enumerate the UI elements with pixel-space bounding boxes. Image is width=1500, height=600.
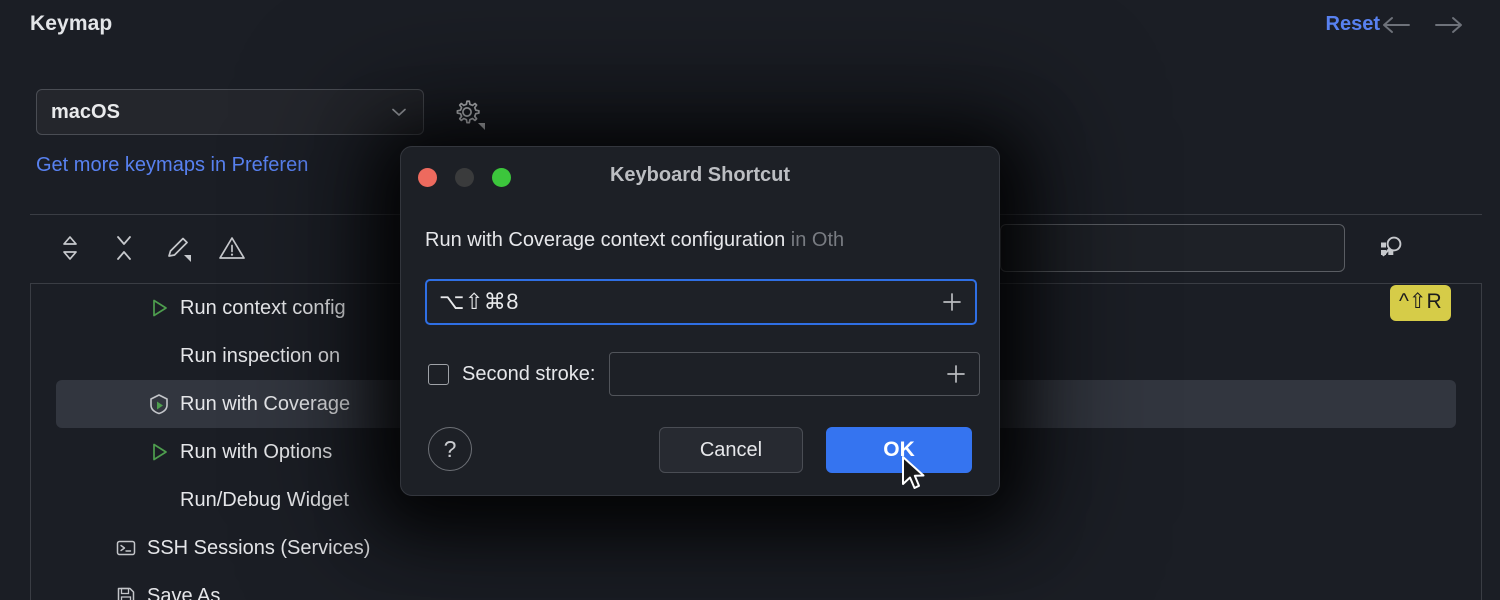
keymap-select-value: macOS — [51, 100, 120, 123]
second-stroke-row: Second stroke: — [428, 352, 980, 396]
action-description: Run with Coverage context configuration … — [425, 229, 999, 252]
second-stroke-label: Second stroke: — [462, 362, 596, 385]
list-item-label: Run context config — [180, 296, 346, 319]
list-item-label: Run inspection on — [180, 344, 341, 367]
find-by-shortcut-button[interactable] — [1372, 230, 1408, 266]
save-disk-icon — [113, 583, 139, 600]
action-name: Run with Coverage context configuration — [425, 229, 786, 251]
terminal-icon — [113, 535, 139, 561]
chevron-down-icon — [392, 108, 406, 116]
keymap-settings-gear-button[interactable] — [452, 97, 486, 131]
arrow-left-icon — [1383, 17, 1410, 33]
back-arrow-button[interactable] — [1382, 14, 1412, 36]
keymap-toolbar — [52, 230, 250, 266]
run-play-icon — [146, 295, 172, 321]
arrow-right-icon — [1435, 17, 1462, 33]
page-title: Keymap — [30, 12, 113, 35]
forward-arrow-button[interactable] — [1434, 14, 1464, 36]
dialog-footer: ? Cancel OK — [401, 427, 999, 495]
search-field[interactable] — [1000, 224, 1345, 272]
help-button[interactable]: ? — [428, 427, 472, 471]
coverage-shield-icon — [146, 391, 172, 417]
dialog-title: Keyboard Shortcut — [609, 164, 791, 186]
edit-shortcut-button[interactable] — [160, 230, 196, 266]
edit-pencil-icon — [168, 237, 191, 262]
dialog-titlebar: Keyboard Shortcut — [401, 147, 999, 205]
get-more-keymaps-link[interactable]: Get more keymaps in Preferen — [36, 154, 308, 177]
list-item-label: Run with Coverage — [180, 392, 351, 415]
collapse-all-icon — [117, 236, 131, 260]
plus-icon[interactable] — [945, 363, 967, 385]
collapse-all-button[interactable] — [106, 230, 142, 266]
ok-button[interactable]: OK — [826, 427, 972, 473]
keymap-select[interactable]: macOS — [36, 89, 424, 135]
keyboard-shortcut-dialog: Keyboard Shortcut Run with Coverage cont… — [400, 146, 1000, 496]
expand-collapse-icon — [63, 236, 77, 260]
list-item-label: SSH Sessions (Services) — [147, 536, 371, 559]
list-item-label: Run with Options — [180, 440, 333, 463]
list-item[interactable]: SSH Sessions (Services) — [31, 524, 1481, 572]
shortcut-badge: ^⇧R — [1390, 285, 1451, 321]
search-input[interactable] — [1001, 225, 1344, 271]
action-context: in Oth — [785, 229, 845, 251]
conflicts-button[interactable] — [214, 230, 250, 266]
expand-collapse-button[interactable] — [52, 230, 88, 266]
second-stroke-checkbox[interactable] — [428, 363, 449, 385]
find-by-shortcut-icon — [1381, 236, 1402, 257]
list-item[interactable]: Save As — [31, 572, 1481, 600]
navigation-arrows — [1382, 14, 1464, 36]
conflict-warning-icon — [219, 237, 245, 259]
first-stroke-input[interactable]: ⌥⇧⌘8 — [425, 279, 977, 325]
cancel-button[interactable]: Cancel — [659, 427, 803, 473]
run-play-icon — [146, 439, 172, 465]
keymap-settings-page: Keymap Reset macOS Get more keymaps in P… — [0, 0, 1500, 600]
plus-icon[interactable] — [941, 291, 963, 313]
gear-icon — [456, 100, 485, 130]
list-item-label: Run/Debug Widget — [180, 488, 349, 511]
reset-button[interactable]: Reset — [1326, 13, 1380, 36]
list-item-label: Save As — [147, 584, 221, 600]
second-stroke-input[interactable] — [609, 352, 980, 396]
first-stroke-value: ⌥⇧⌘8 — [439, 289, 520, 314]
